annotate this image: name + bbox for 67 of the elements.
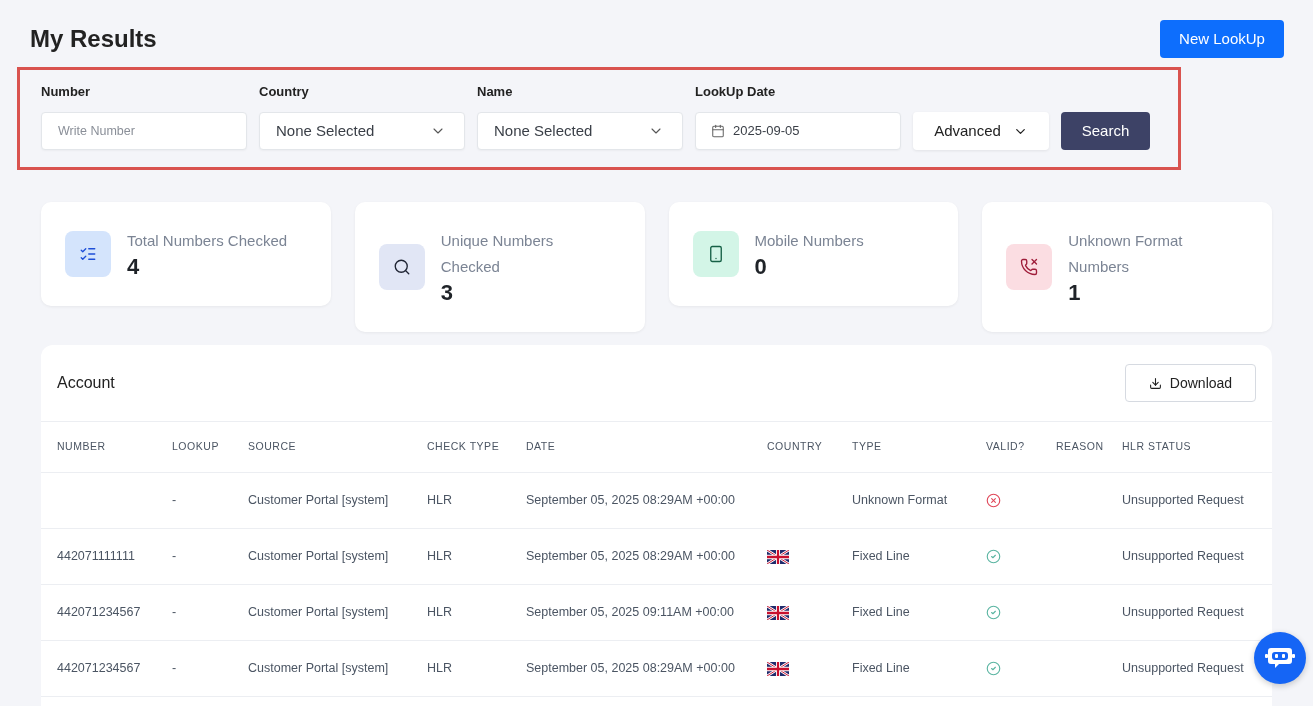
table-cell-text: Customer Portal [system] bbox=[247, 604, 390, 622]
table-title: Account bbox=[57, 373, 115, 393]
table-cell-text: Unsupported Request bbox=[1121, 660, 1245, 678]
new-lookup-button[interactable]: New LookUp bbox=[1160, 20, 1284, 58]
column-header: SOURCE bbox=[247, 439, 298, 455]
table-cell-text: Customer Portal [system] bbox=[247, 660, 390, 678]
table-cell-text: HLR bbox=[426, 660, 453, 678]
table-cell-text: Fixed Line bbox=[851, 548, 911, 566]
chat-button[interactable] bbox=[1254, 632, 1306, 684]
table-cell-text: - bbox=[171, 492, 178, 510]
robot-icon bbox=[1265, 645, 1295, 671]
number-input[interactable]: Write Number bbox=[41, 112, 247, 150]
search-button[interactable]: Search bbox=[1061, 112, 1150, 150]
calendar-icon bbox=[711, 124, 725, 138]
table-cell-text: Customer Portal [system] bbox=[247, 492, 390, 510]
download-button[interactable]: Download bbox=[1125, 364, 1256, 402]
table-cell-text: Unknown Format bbox=[851, 492, 949, 510]
column-header: LOOKUP bbox=[171, 439, 220, 455]
table-cell-text: September 05, 2025 09:11AM +00:00 bbox=[525, 604, 735, 622]
stat-label: Total Numbers Checked bbox=[127, 231, 288, 251]
table-cell-text: - bbox=[171, 548, 178, 566]
table-cell-text: - bbox=[171, 660, 178, 678]
column-header: COUNTRY bbox=[766, 439, 824, 455]
column-header: NUMBER bbox=[56, 439, 107, 455]
column-header: TYPE bbox=[851, 439, 883, 455]
table-cell-text: 442071111111 bbox=[56, 548, 136, 566]
column-header: REASON bbox=[1055, 439, 1105, 455]
table-cell-text: Unsupported Request bbox=[1121, 492, 1245, 510]
table-cell-text: - bbox=[171, 604, 178, 622]
stat-value: 4 bbox=[127, 254, 141, 280]
table-cell-text: Fixed Line bbox=[851, 660, 911, 678]
date-field[interactable]: 2025-09-05 bbox=[695, 112, 901, 150]
table-cell-text: Unsupported Request bbox=[1121, 548, 1245, 566]
advanced-button[interactable]: Advanced bbox=[913, 112, 1049, 150]
column-header: DATE bbox=[525, 439, 557, 455]
field-label: LookUp Date bbox=[695, 84, 777, 100]
table-cell-text: 442071234567 bbox=[56, 660, 142, 678]
dropdown-field[interactable]: None Selected bbox=[477, 112, 683, 150]
page-title: My Results bbox=[30, 24, 157, 54]
table-cell-text: September 05, 2025 08:29AM +00:00 bbox=[525, 660, 736, 678]
table-cell-text: HLR bbox=[426, 604, 453, 622]
table-cell-text: 442071234567 bbox=[56, 604, 142, 622]
smartphone-icon bbox=[692, 231, 739, 277]
stat-label: Unique Numbers Checked bbox=[440, 231, 555, 277]
column-header: HLR STATUS bbox=[1121, 439, 1193, 455]
field-label: Number bbox=[41, 84, 92, 100]
field-label: Country bbox=[259, 84, 310, 100]
stat-label: Unknown Format Numbers bbox=[1068, 231, 1184, 277]
column-header: CHECK TYPE bbox=[426, 439, 501, 455]
table-cell-text: September 05, 2025 08:29AM +00:00 bbox=[525, 492, 736, 510]
table-cell-text: Fixed Line bbox=[851, 604, 911, 622]
table-cell-text: Customer Portal [system] bbox=[247, 548, 390, 566]
stat-label: Mobile Numbers bbox=[754, 231, 864, 251]
table-cell-text: HLR bbox=[426, 548, 453, 566]
search-icon bbox=[378, 244, 425, 290]
stat-value: 3 bbox=[440, 280, 454, 306]
dropdown-field[interactable]: None Selected bbox=[259, 112, 465, 150]
field-label: Name bbox=[477, 84, 514, 100]
stat-value: 1 bbox=[1068, 280, 1082, 306]
list-check-icon bbox=[65, 231, 111, 277]
table-cell-text: September 05, 2025 08:29AM +00:00 bbox=[525, 548, 736, 566]
column-header: VALID? bbox=[985, 439, 1026, 455]
table-cell-text: Unsupported Request bbox=[1121, 604, 1245, 622]
download-icon bbox=[1148, 376, 1162, 390]
phone-x-icon bbox=[1006, 244, 1053, 290]
table-cell-text: HLR bbox=[426, 492, 453, 510]
stat-value: 0 bbox=[754, 254, 768, 280]
